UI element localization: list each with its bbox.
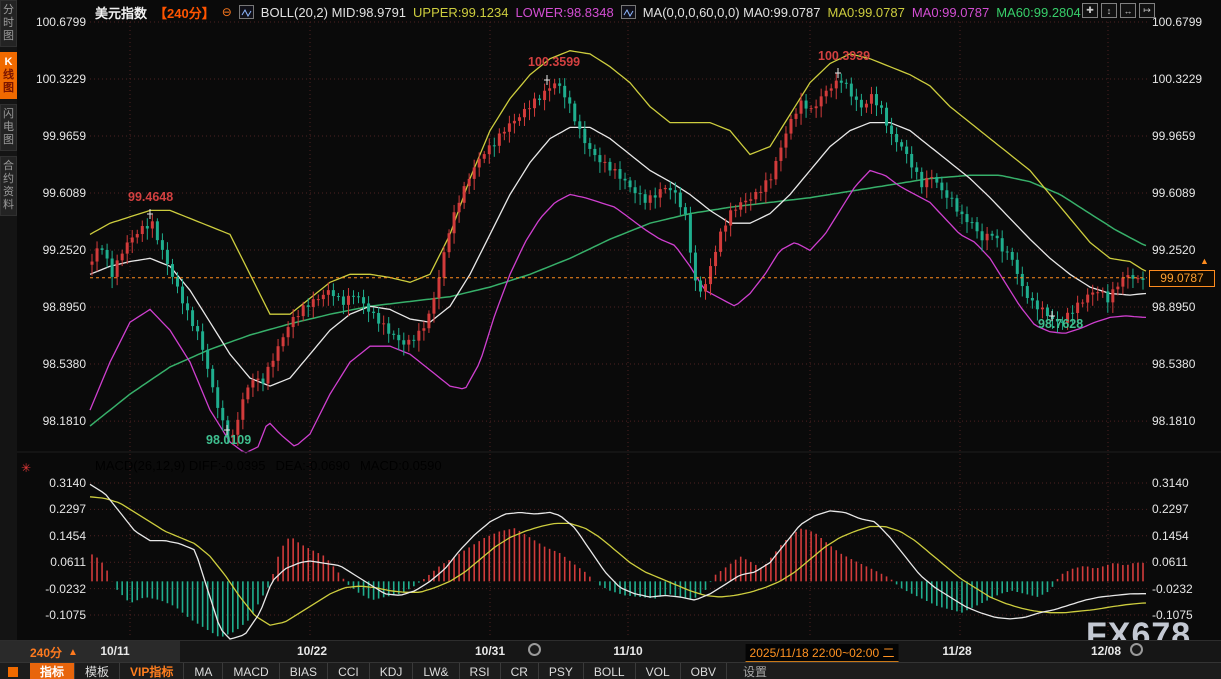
chart-tool-icons: ✚↕↔↦ (1082, 3, 1155, 18)
main-axis-tick-left: 98.8950 (18, 300, 86, 314)
symbol-title: 美元指数 (95, 3, 147, 22)
toolbar-item-RSI[interactable]: RSI (460, 663, 501, 679)
current-price-label: 99.0787 (1149, 270, 1215, 287)
main-axis-tick-left: 99.9659 (18, 129, 86, 143)
pan-icon[interactable]: ✚ (1082, 3, 1098, 18)
left-sidebar: 分时图 K线图闪电图合约资料 (0, 0, 17, 640)
date-label: 12/08 (1091, 644, 1121, 658)
toolbar-item-BIAS[interactable]: BIAS (280, 663, 328, 679)
scrollbar-handle-left[interactable] (528, 643, 541, 656)
main-axis-tick-right: 98.1810 (1152, 414, 1195, 428)
sidebar-item-4[interactable]: 合约资料 (0, 156, 17, 216)
toolbar-item-设置[interactable]: 设置 (733, 663, 777, 679)
main-axis-tick-left: 99.6089 (18, 186, 86, 200)
price-annotation: 100.3599 (528, 55, 580, 69)
toolbar-item-指标[interactable]: 指标 (30, 663, 75, 679)
toolbar-item-OBV[interactable]: OBV (681, 663, 727, 679)
date-label: 10/22 (297, 644, 327, 658)
macd-axis-tick-left: -0.0232 (18, 582, 86, 596)
macd-axis-tick-right: 0.1454 (1152, 529, 1189, 543)
sidebar-item-3[interactable]: 闪电图 (0, 104, 17, 151)
period-text: 240分 (30, 644, 62, 661)
main-axis-tick-left: 98.1810 (18, 414, 86, 428)
y-axis-scale-icon[interactable]: ↕ (1101, 3, 1117, 18)
toolbar-item-CR[interactable]: CR (501, 663, 539, 679)
toolbar-item-VIP指标[interactable]: VIP指标 (120, 663, 184, 679)
macd-axis-tick-right: 0.3140 (1152, 476, 1189, 490)
macd-axis-tick-right: 0.0611 (1152, 555, 1188, 569)
main-chart-header: 美元指数 【240分】 ⊖ BOLL(20,2) MID:98.9791 UPP… (95, 4, 1081, 20)
main-axis-tick-right: 99.2520 (1152, 243, 1195, 257)
sidebar-item-1[interactable]: 分时图 (0, 0, 17, 47)
period-cell[interactable]: 240分 ▲ (0, 641, 180, 663)
price-annotation: 100.3939 (818, 49, 870, 63)
macd-axis-tick-left: 0.0611 (18, 555, 86, 569)
main-axis-tick-left: 100.3229 (18, 72, 86, 86)
sidebar-item-2[interactable]: K线图 (0, 52, 17, 99)
macd-title: MACD(26,12,9) DIFF:-0.0395 (95, 458, 266, 473)
boll-values: BOLL(20,2) MID:98.9791 (261, 5, 406, 20)
main-axis-tick-right: 98.8950 (1152, 300, 1195, 314)
indicator-swatch-icon (8, 667, 18, 677)
macd-axis-tick-left: -0.1075 (18, 608, 86, 622)
ma0-magenta-value: MA0:99.0787 (912, 5, 989, 20)
macd-dea-value: DEA:-0.0690 (276, 458, 350, 473)
boll-upper-value: UPPER:99.1234 (413, 5, 508, 20)
main-axis-tick-right: 100.6799 (1152, 15, 1202, 29)
main-axis-tick-left: 99.2520 (18, 243, 86, 257)
ma0-yellow-value: MA0:99.0787 (828, 5, 905, 20)
period-label: 【240分】 (154, 3, 215, 22)
main-axis-tick-right: 99.6089 (1152, 186, 1195, 200)
candlestick-chart-canvas[interactable]: 99.4648 100.3599 100.3939 98.0109 98.7628 (0, 0, 1221, 640)
toolbar-item-MA[interactable]: MA (184, 663, 223, 679)
main-axis-tick-right: 98.5380 (1152, 357, 1195, 371)
price-annotation: 98.7628 (1038, 317, 1083, 331)
macd-axis-tick-left: 0.1454 (18, 529, 86, 543)
macd-header: MACD(26,12,9) DIFF:-0.0395 DEA:-0.0690 M… (95, 458, 442, 473)
toolbar-item-PSY[interactable]: PSY (539, 663, 584, 679)
toolbar-item-LW&[interactable]: LW& (413, 663, 459, 679)
macd-axis-tick-right: 0.2297 (1152, 502, 1189, 516)
collapse-icon[interactable]: ⊖ (222, 6, 232, 18)
period-arrow-icon: ▲ (68, 647, 78, 658)
price-annotation: 99.4648 (128, 190, 173, 204)
toolbar-item-BOLL[interactable]: BOLL (584, 663, 636, 679)
macd-axis-tick-right: -0.0232 (1152, 582, 1193, 596)
boll-indicator-icon[interactable] (239, 5, 254, 19)
date-label: 10/11 (100, 644, 129, 658)
ma-indicator-icon[interactable] (621, 5, 636, 19)
pane-exit-icon[interactable]: ↦ (1139, 3, 1155, 18)
macd-axis-tick-left: 0.2297 (18, 502, 86, 516)
toolbar-item-MACD[interactable]: MACD (223, 663, 279, 679)
macd-axis-tick-left: 0.3140 (18, 476, 86, 490)
price-arrow-icon: ▲ (1200, 256, 1209, 266)
ma-values: MA(0,0,0,60,0,0) MA0:99.0787 (643, 5, 821, 20)
macd-value: MACD:0.0590 (360, 458, 442, 473)
price-annotation: 98.0109 (206, 433, 251, 447)
ma60-value: MA60:99.2804 (996, 5, 1081, 20)
main-axis-tick-right: 99.9659 (1152, 129, 1195, 143)
main-axis-tick-right: 100.3229 (1152, 72, 1202, 86)
date-axis-bar: 240分 ▲ 10/11 10/22 10/31 11/10 11/28 12/08 202… (0, 640, 1221, 663)
date-label: 10/31 (475, 644, 505, 658)
date-label: 11/28 (942, 644, 971, 658)
main-axis-tick-left: 100.6799 (18, 15, 86, 29)
highlighted-date-label: 2025/11/18 22:00~02:00 二 (746, 644, 899, 662)
macd-pane-icon[interactable]: ✳ (21, 461, 31, 475)
indicator-toolbar: 指标模板VIP指标MAMACDBIASCCIKDJLW&RSICRPSYBOLL… (0, 662, 1221, 679)
boll-lower-value: LOWER:98.8348 (515, 5, 613, 20)
scrollbar-handle-right[interactable] (1130, 643, 1143, 656)
toolbar-item-KDJ[interactable]: KDJ (370, 663, 414, 679)
toolbar-item-VOL[interactable]: VOL (636, 663, 681, 679)
chart-application: 99.4648 100.3599 100.3939 98.0109 98.7628 分时… (0, 0, 1221, 679)
toolbar-item-模板[interactable]: 模板 (75, 663, 120, 679)
main-axis-tick-left: 98.5380 (18, 357, 86, 371)
toolbar-item-CCI[interactable]: CCI (328, 663, 370, 679)
date-label: 11/10 (613, 644, 642, 658)
x-axis-scale-icon[interactable]: ↔ (1120, 3, 1136, 18)
